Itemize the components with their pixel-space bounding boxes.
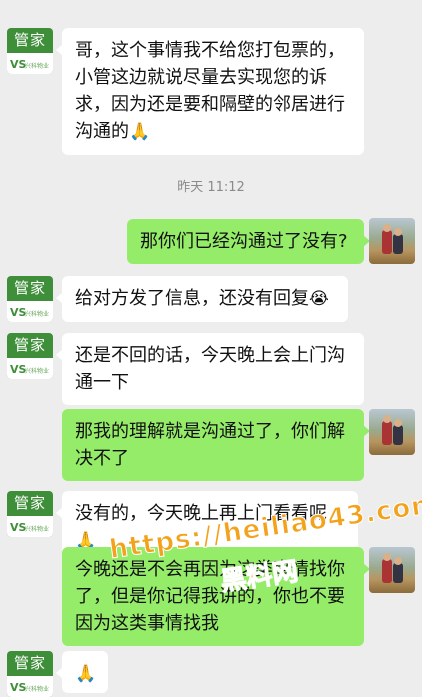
- contact-avatar[interactable]: 管家 VS 兴科物业: [7, 276, 53, 322]
- chat-area: 管家 VS 兴科物业 哥，这个事情我不给您打包票的，小管这边就说尽量去实现您的诉…: [0, 0, 422, 697]
- message-bubble[interactable]: 那你们已经沟通过了没有?: [127, 219, 370, 264]
- logo-text: 兴科物业: [25, 63, 50, 70]
- user-avatar[interactable]: [369, 409, 415, 455]
- message-bubble[interactable]: 给对方发了信息，还没有回复😭: [56, 276, 348, 322]
- avatar-label: 管家: [13, 31, 46, 49]
- user-avatar[interactable]: [369, 547, 415, 593]
- message-bubble[interactable]: 🙏: [56, 651, 108, 693]
- pray-emoji-icon: 🙏: [129, 122, 151, 142]
- pray-emoji-icon: 🙏: [75, 664, 97, 684]
- contact-avatar[interactable]: 管家 VS 兴科物业: [7, 491, 53, 537]
- contact-avatar[interactable]: 管家 VS 兴科物业: [7, 651, 53, 697]
- contact-avatar[interactable]: 管家 VS 兴科物业: [7, 28, 53, 74]
- user-avatar[interactable]: [369, 218, 415, 264]
- message-bubble[interactable]: 哥，这个事情我不给您打包票的，小管这边就说尽量去实现您的诉求，因为还是要和隔壁的…: [56, 28, 364, 155]
- crying-emoji-icon: 😭: [309, 289, 329, 309]
- logo-mark: VS: [10, 58, 27, 71]
- message-bubble[interactable]: 那我的理解就是沟通过了，你们解决不了: [62, 409, 370, 481]
- message-bubble[interactable]: 还是不回的话，今天晚上会上门沟通一下: [56, 333, 364, 405]
- timestamp: 昨天 11:12: [177, 180, 245, 195]
- contact-avatar[interactable]: 管家 VS 兴科物业: [7, 333, 53, 379]
- message-bubble[interactable]: 今晚还是不会再因为这类事情找你了，但是你记得我讲的，你也不要因为这类事情找我: [62, 547, 370, 646]
